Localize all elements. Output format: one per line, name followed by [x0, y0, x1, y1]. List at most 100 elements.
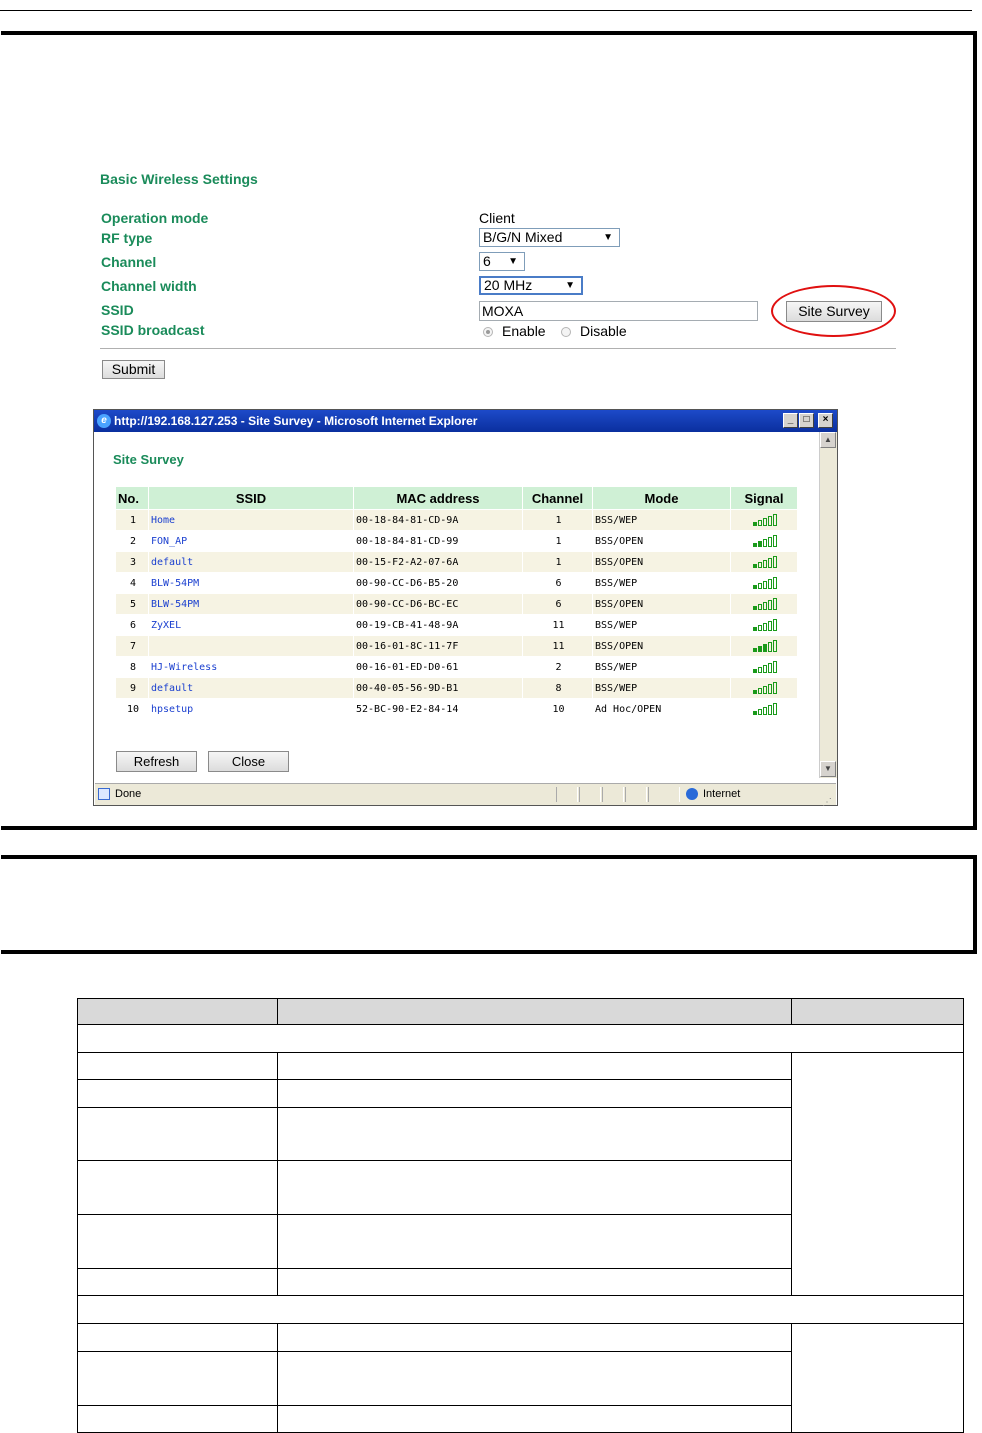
signal-strength-icon: [752, 703, 778, 715]
cell-signal: [731, 615, 797, 635]
signal-bar: [772, 598, 777, 610]
cell-channel: 11: [523, 615, 592, 635]
cell-no: 6: [116, 615, 148, 635]
resize-grip-icon[interactable]: ⋰: [822, 792, 832, 813]
cell-mode: BSS/OPEN: [593, 594, 730, 614]
table-row: 1 Home 00-18-84-81-CD-9A 1 BSS/WEP: [116, 510, 797, 530]
status-bar: Done Internet ⋰: [95, 783, 836, 808]
channel-label: Channel: [101, 254, 157, 270]
channel-select[interactable]: 6 ▼: [479, 252, 525, 271]
divider: [100, 348, 896, 349]
close-icon[interactable]: ×: [818, 413, 833, 428]
signal-bar: [752, 585, 757, 589]
cell-ssid[interactable]: default: [149, 552, 353, 572]
cell-ssid[interactable]: Home: [149, 510, 353, 530]
signal-bar: [762, 686, 767, 694]
cell-no: 5: [116, 594, 148, 614]
table-header-cell: [791, 998, 964, 1025]
table-cell: [77, 1052, 278, 1080]
col-no: No.: [116, 487, 148, 509]
window-title: http://192.168.127.253 - Site Survey - M…: [114, 414, 478, 428]
table-row: 8 HJ-Wireless 00-16-01-ED-D0-61 2 BSS/WEP: [116, 657, 797, 677]
cell-mac: 00-90-CC-D6-B5-20: [354, 573, 522, 593]
cell-ssid[interactable]: BLW-54PM: [149, 594, 353, 614]
signal-bar: [762, 623, 767, 631]
scroll-down-icon[interactable]: ▼: [820, 761, 836, 777]
submit-button[interactable]: Submit: [102, 360, 165, 379]
signal-bar: [772, 535, 777, 547]
highlight-circle: [771, 285, 896, 337]
cell-signal: [731, 678, 797, 698]
maximize-icon[interactable]: □: [799, 413, 814, 428]
close-button[interactable]: Close: [208, 751, 289, 772]
signal-strength-icon: [752, 682, 778, 694]
signal-bar: [757, 688, 762, 694]
signal-bar: [762, 644, 767, 652]
disable-radio[interactable]: [561, 327, 571, 337]
signal-bar: [772, 577, 777, 589]
cell-mac: 00-18-84-81-CD-9A: [354, 510, 522, 530]
cell-ssid[interactable]: default: [149, 678, 353, 698]
signal-bar: [772, 682, 777, 694]
rf-type-select[interactable]: B/G/N Mixed ▼: [479, 228, 620, 247]
cell-no: 7: [116, 636, 148, 656]
refresh-button[interactable]: Refresh: [116, 751, 197, 772]
rf-type-value: B/G/N Mixed: [483, 229, 563, 245]
channel-width-select[interactable]: 20 MHz ▼: [479, 276, 583, 295]
signal-bar: [762, 518, 767, 526]
signal-strength-icon: [752, 514, 778, 526]
signal-bar: [772, 703, 777, 715]
cell-ssid[interactable]: FON_AP: [149, 531, 353, 551]
signal-strength-icon: [752, 619, 778, 631]
signal-bar: [757, 583, 762, 589]
table-cell: [77, 1323, 278, 1352]
status-segment: [625, 787, 647, 802]
cell-channel: 6: [523, 594, 592, 614]
col-mac: MAC address: [354, 487, 522, 509]
signal-strength-icon: [752, 535, 778, 547]
cell-ssid[interactable]: [149, 636, 353, 656]
signal-bar: [767, 558, 772, 568]
cell-mac: 00-16-01-ED-D0-61: [354, 657, 522, 677]
cell-ssid[interactable]: HJ-Wireless: [149, 657, 353, 677]
cell-signal: [731, 510, 797, 530]
signal-bar: [762, 707, 767, 715]
window-titlebar[interactable]: e http://192.168.127.253 - Site Survey -…: [94, 410, 837, 432]
signal-bar: [757, 562, 762, 568]
cell-ssid[interactable]: BLW-54PM: [149, 573, 353, 593]
cell-no: 10: [116, 699, 148, 719]
popup-content: Site Survey No. SSID MAC address Channel…: [95, 432, 819, 778]
signal-bar: [772, 556, 777, 568]
cell-channel: 8: [523, 678, 592, 698]
cell-mode: BSS/WEP: [593, 510, 730, 530]
cell-channel: 1: [523, 552, 592, 572]
status-segment: [579, 787, 601, 802]
table-cell: [277, 1214, 792, 1269]
table-cell: [77, 1351, 278, 1406]
table-row: 2 FON_AP 00-18-84-81-CD-99 1 BSS/OPEN: [116, 531, 797, 551]
table-cell: [791, 1052, 964, 1296]
cell-mac: 00-90-CC-D6-BC-EC: [354, 594, 522, 614]
cell-signal: [731, 573, 797, 593]
signal-bar: [762, 539, 767, 547]
col-ssid: SSID: [149, 487, 353, 509]
table-cell: [77, 1405, 278, 1433]
signal-strength-icon: [752, 640, 778, 652]
cell-mode: Ad Hoc/OPEN: [593, 699, 730, 719]
table-row: 4 BLW-54PM 00-90-CC-D6-B5-20 6 BSS/WEP: [116, 573, 797, 593]
scroll-up-icon[interactable]: ▲: [820, 432, 836, 448]
minimize-icon[interactable]: _: [783, 413, 798, 428]
cell-channel: 6: [523, 573, 592, 593]
signal-bar: [752, 564, 757, 568]
cell-ssid[interactable]: hpsetup: [149, 699, 353, 719]
vertical-scrollbar[interactable]: ▲ ▼: [819, 432, 837, 778]
signal-strength-icon: [752, 556, 778, 568]
signal-bar: [752, 648, 757, 652]
page-icon: [98, 788, 110, 800]
ssid-input[interactable]: MOXA: [479, 301, 758, 321]
ie-icon: e: [97, 414, 111, 428]
enable-radio[interactable]: [483, 327, 493, 337]
table-cell: [277, 1351, 792, 1406]
cell-ssid[interactable]: ZyXEL: [149, 615, 353, 635]
table-section-row: [77, 1024, 964, 1053]
